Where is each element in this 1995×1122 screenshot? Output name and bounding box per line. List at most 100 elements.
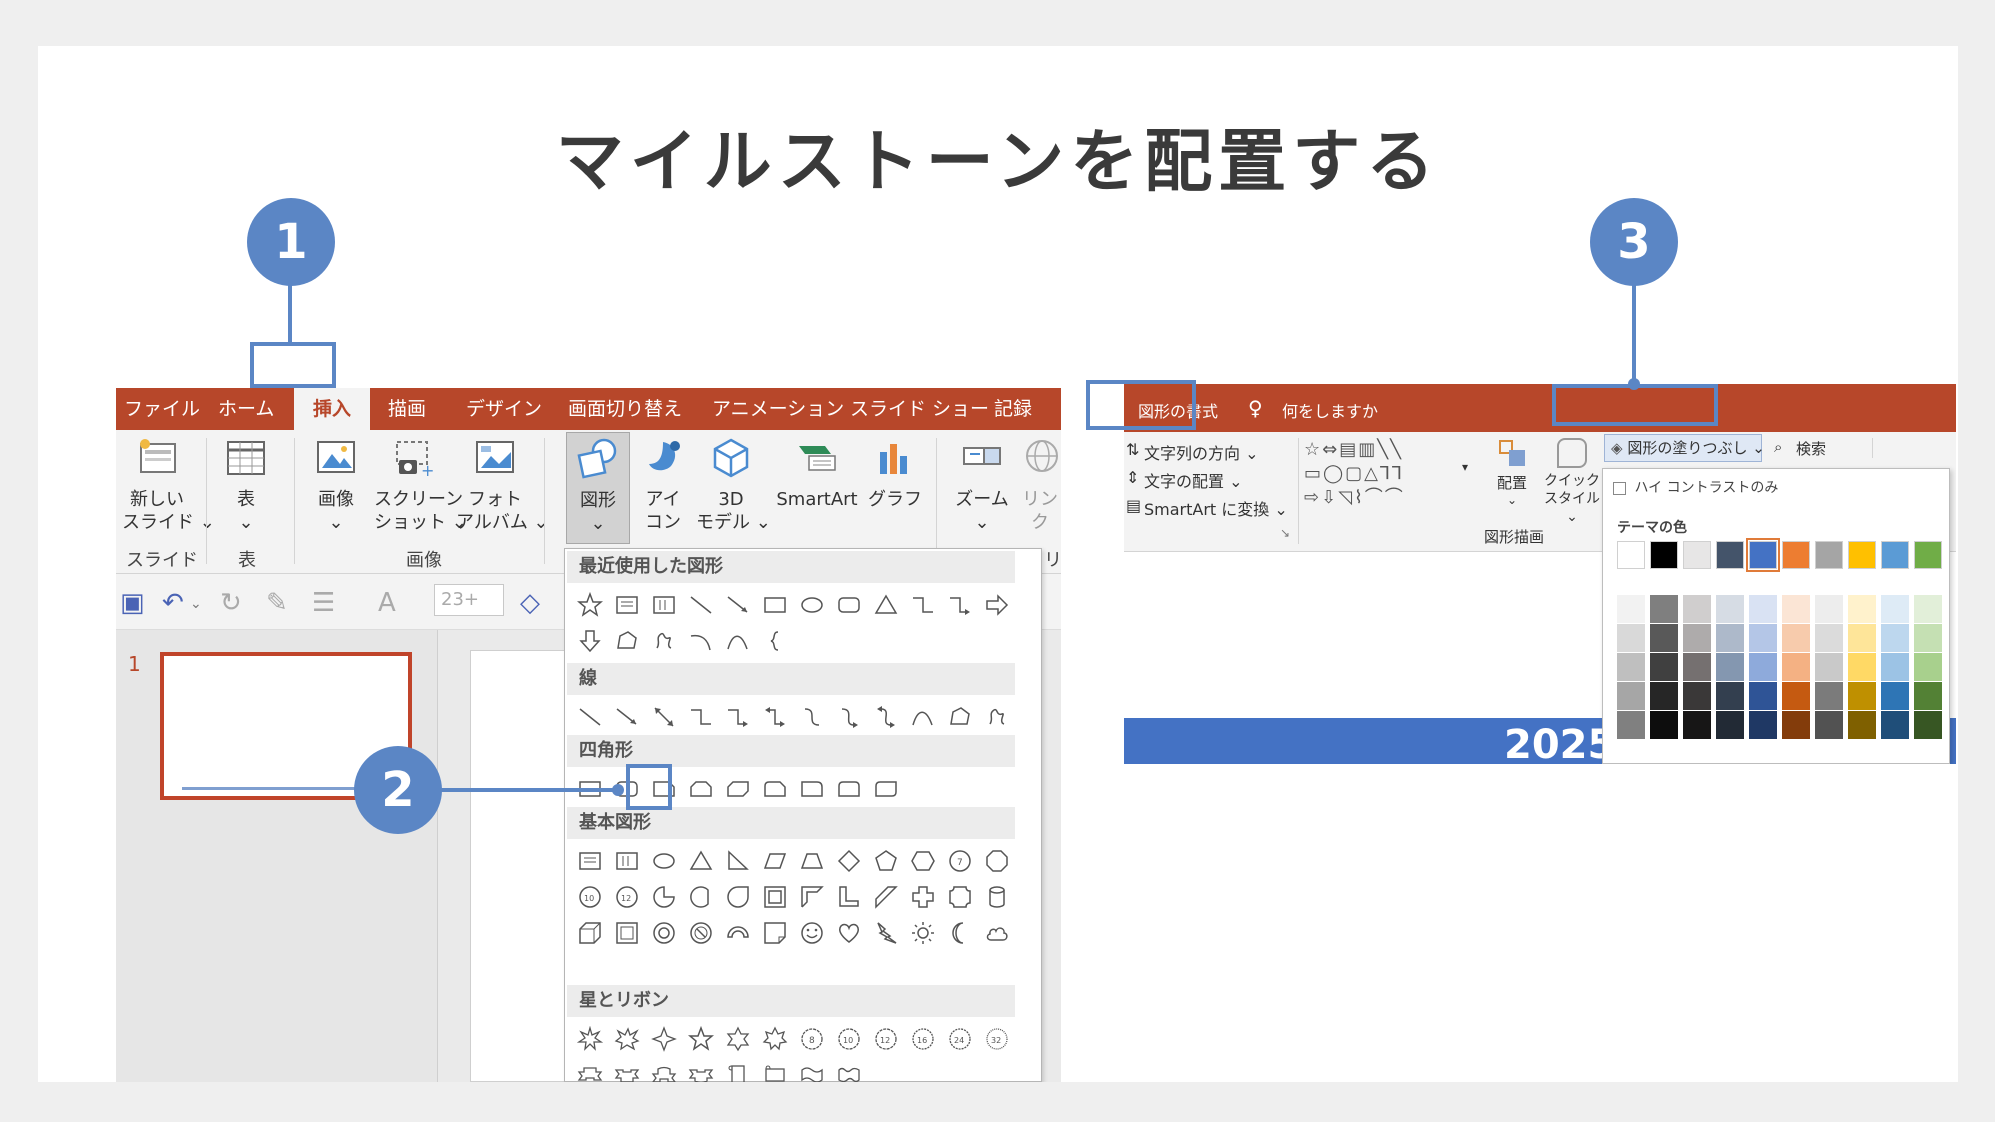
- shade-swatch[interactable]: [1782, 711, 1810, 739]
- format-painter-icon[interactable]: ✎: [266, 588, 288, 618]
- parallelogram-icon[interactable]: [756, 843, 793, 879]
- tab-slideshow[interactable]: スライド ショー: [850, 388, 989, 430]
- shape-gallery[interactable]: ☆⇔▤▥╲╲ ▭◯▢△⅂⅂ ⇨⇩◹⌇⌒⌒: [1304, 438, 1462, 516]
- block-arc-icon[interactable]: [719, 915, 756, 951]
- scribble-icon[interactable]: [978, 699, 1015, 735]
- checkbox[interactable]: [1613, 481, 1626, 495]
- ribbon-up-icon[interactable]: [571, 1057, 608, 1082]
- star-12-point-icon[interactable]: 12: [867, 1021, 904, 1057]
- tab-record[interactable]: 記録: [994, 388, 1032, 430]
- theme-color-swatch[interactable]: [1617, 541, 1645, 569]
- link-button[interactable]: リン ク: [1020, 436, 1060, 534]
- text-align-button[interactable]: 文字の配置 ⌄: [1144, 468, 1243, 492]
- shape-insert-icon[interactable]: ◇: [520, 588, 540, 618]
- shade-swatch[interactable]: [1815, 653, 1843, 681]
- theme-color-swatch[interactable]: [1815, 541, 1843, 569]
- arc-icon[interactable]: [682, 623, 719, 659]
- shade-swatch[interactable]: [1782, 682, 1810, 710]
- snip-round-rectangle-icon[interactable]: [756, 771, 793, 807]
- shade-swatch[interactable]: [1881, 595, 1909, 623]
- chord-icon[interactable]: [682, 879, 719, 915]
- shade-swatch[interactable]: [1782, 595, 1810, 623]
- shade-swatch[interactable]: [1881, 682, 1909, 710]
- can-icon[interactable]: [978, 879, 1015, 915]
- zoom-button[interactable]: ズーム ⌄: [946, 436, 1018, 534]
- half-frame-icon[interactable]: [793, 879, 830, 915]
- smartart-convert-button[interactable]: SmartArt に変換 ⌄: [1144, 496, 1288, 520]
- l-shape-icon[interactable]: [830, 879, 867, 915]
- shade-swatch[interactable]: [1815, 624, 1843, 652]
- shade-swatch[interactable]: [1749, 653, 1777, 681]
- arrange-button[interactable]: 配置 ⌄: [1490, 438, 1534, 507]
- shade-swatch[interactable]: [1617, 624, 1645, 652]
- elbow-double-arrow-icon[interactable]: [756, 699, 793, 735]
- pentagon-icon[interactable]: [867, 843, 904, 879]
- pie-icon[interactable]: [645, 879, 682, 915]
- redo-icon[interactable]: ↻: [220, 588, 242, 618]
- star-6-point-icon[interactable]: [719, 1021, 756, 1057]
- bevel-icon[interactable]: [608, 915, 645, 951]
- text-direction-button[interactable]: 文字列の方向 ⌄: [1144, 440, 1259, 464]
- round-diagonal-rectangle-icon[interactable]: [867, 771, 904, 807]
- tab-file[interactable]: ファイル: [124, 388, 200, 430]
- shade-swatch[interactable]: [1782, 653, 1810, 681]
- photo-album-button[interactable]: フォト アルバム ⌄: [456, 436, 549, 534]
- sun-icon[interactable]: [904, 915, 941, 951]
- shade-swatch[interactable]: [1716, 682, 1744, 710]
- diagonal-stripe-icon[interactable]: [867, 879, 904, 915]
- down-arrow-shape-icon[interactable]: [571, 623, 608, 659]
- star-4-point-icon[interactable]: [645, 1021, 682, 1057]
- star-16-point-icon[interactable]: 16: [904, 1021, 941, 1057]
- cloud-icon[interactable]: [978, 915, 1015, 951]
- star-32-point-icon[interactable]: 32: [978, 1021, 1015, 1057]
- double-wave-icon[interactable]: [830, 1057, 867, 1082]
- frame-icon[interactable]: [756, 879, 793, 915]
- shade-swatch[interactable]: [1683, 595, 1711, 623]
- shade-swatch[interactable]: [1650, 624, 1678, 652]
- round-same-side-rectangle-icon[interactable]: [830, 771, 867, 807]
- shade-swatch[interactable]: [1650, 653, 1678, 681]
- tab-home[interactable]: ホーム: [218, 388, 274, 430]
- shade-swatch[interactable]: [1881, 711, 1909, 739]
- hexagon-icon[interactable]: [904, 843, 941, 879]
- shade-swatch[interactable]: [1617, 711, 1645, 739]
- shade-swatch[interactable]: [1617, 653, 1645, 681]
- folded-corner-icon[interactable]: [756, 915, 793, 951]
- shape-fill-button[interactable]: ◈ 図形の塗りつぶし ⌄: [1604, 434, 1765, 462]
- theme-color-swatch[interactable]: [1650, 541, 1678, 569]
- shade-swatch[interactable]: [1914, 682, 1942, 710]
- shade-swatch[interactable]: [1683, 624, 1711, 652]
- shade-swatch[interactable]: [1848, 624, 1876, 652]
- table-button[interactable]: 表 ⌄: [216, 436, 276, 534]
- arrow-line-icon[interactable]: [719, 587, 756, 623]
- no-symbol-icon[interactable]: [682, 915, 719, 951]
- shade-swatch[interactable]: [1914, 624, 1942, 652]
- tab-transitions[interactable]: 画面切り替え: [568, 388, 682, 430]
- shade-swatch[interactable]: [1848, 653, 1876, 681]
- shade-swatch[interactable]: [1617, 595, 1645, 623]
- double-arrow-line-icon[interactable]: [645, 699, 682, 735]
- wave-icon[interactable]: [793, 1057, 830, 1082]
- brace-icon[interactable]: [756, 623, 793, 659]
- triangle-shape-icon[interactable]: [867, 587, 904, 623]
- tab-insert[interactable]: 挿入: [294, 388, 370, 430]
- line-icon[interactable]: [571, 699, 608, 735]
- 3d-models-button[interactable]: 3D モデル ⌄: [696, 436, 771, 534]
- shade-swatch[interactable]: [1716, 624, 1744, 652]
- smiley-face-icon[interactable]: [793, 915, 830, 951]
- vertical-textbox-icon[interactable]: [645, 587, 682, 623]
- theme-color-swatch[interactable]: [1848, 541, 1876, 569]
- star-8-point-icon[interactable]: 8: [793, 1021, 830, 1057]
- star-10-point-icon[interactable]: 10: [830, 1021, 867, 1057]
- theme-color-swatch[interactable]: [1914, 541, 1942, 569]
- oval-icon[interactable]: [645, 843, 682, 879]
- tell-me-search[interactable]: 何をしますか: [1282, 384, 1378, 432]
- theme-color-swatch[interactable]: [1746, 538, 1780, 572]
- plaque-icon[interactable]: [941, 879, 978, 915]
- save-icon[interactable]: ▣: [120, 588, 145, 618]
- shade-swatch[interactable]: [1749, 595, 1777, 623]
- freeform-shape-icon[interactable]: [608, 623, 645, 659]
- heart-icon[interactable]: [830, 915, 867, 951]
- shade-swatch[interactable]: [1914, 595, 1942, 623]
- freeform-shape-icon[interactable]: [941, 699, 978, 735]
